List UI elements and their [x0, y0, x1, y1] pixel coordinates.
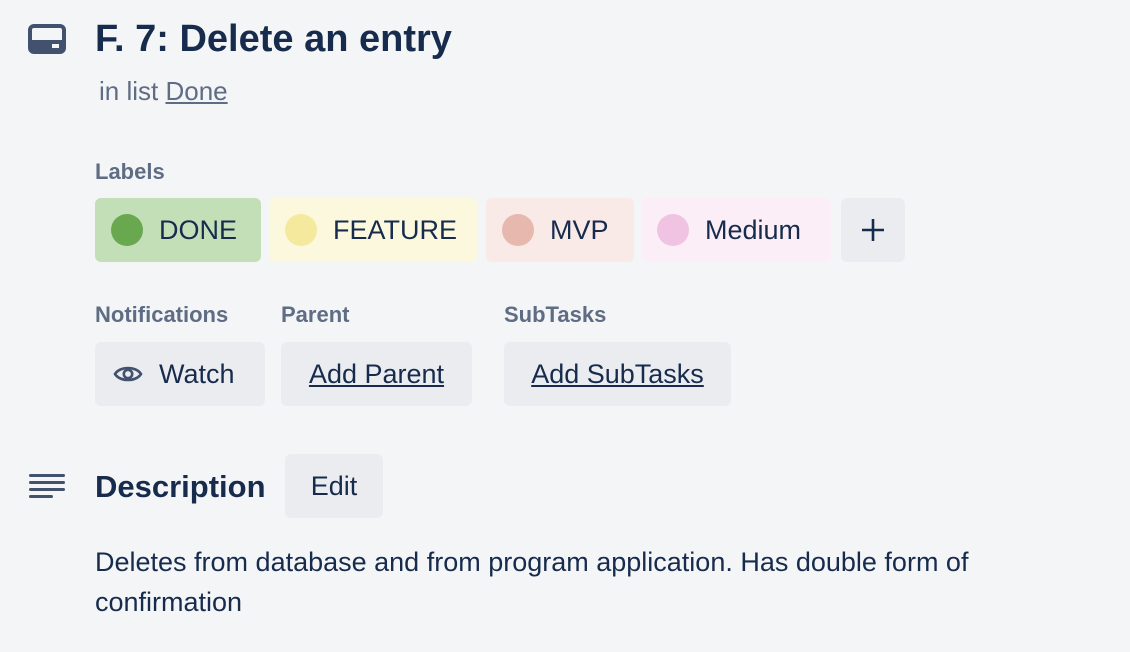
card-list-info: in list Done [99, 74, 228, 108]
edit-description-button[interactable]: Edit [285, 454, 383, 518]
card-icon [28, 24, 66, 54]
eye-icon [113, 366, 143, 382]
label-feature[interactable]: FEATURE [269, 198, 477, 262]
notifications-heading: Notifications [95, 302, 229, 327]
label-color-dot [502, 214, 534, 246]
label-color-dot [285, 214, 317, 246]
card-title: F. 7: Delete an entry [95, 18, 452, 60]
label-text: DONE [159, 214, 238, 245]
label-text: Medium [705, 214, 802, 245]
labels-heading: Labels [95, 159, 165, 184]
add-parent-button[interactable]: Add Parent [281, 342, 472, 406]
subtasks-heading: SubTasks [504, 302, 607, 327]
description-text: Deletes from database and from program a… [95, 547, 969, 617]
watch-button[interactable]: Watch [95, 342, 265, 406]
add-subtasks-button[interactable]: Add SubTasks [504, 342, 731, 406]
label-color-dot [657, 214, 689, 246]
label-text: FEATURE [333, 214, 458, 245]
watch-label: Watch [159, 358, 235, 389]
add-subtasks-label: Add SubTasks [531, 358, 704, 389]
label-color-dot [111, 214, 143, 246]
description-heading: Description [95, 469, 266, 504]
edit-label: Edit [310, 470, 358, 501]
description-lines-icon [29, 474, 65, 498]
parent-heading: Parent [281, 302, 350, 327]
add-parent-label: Add Parent [308, 358, 445, 389]
label-mvp[interactable]: MVP [486, 198, 634, 262]
plus-icon [862, 219, 884, 241]
label-text: MVP [550, 214, 609, 245]
label-done[interactable]: DONE [95, 198, 261, 262]
add-label-button[interactable] [841, 198, 905, 262]
in-list-prefix: in list [99, 76, 159, 106]
label-medium[interactable]: Medium [641, 198, 831, 262]
list-link[interactable]: Done [165, 76, 227, 106]
